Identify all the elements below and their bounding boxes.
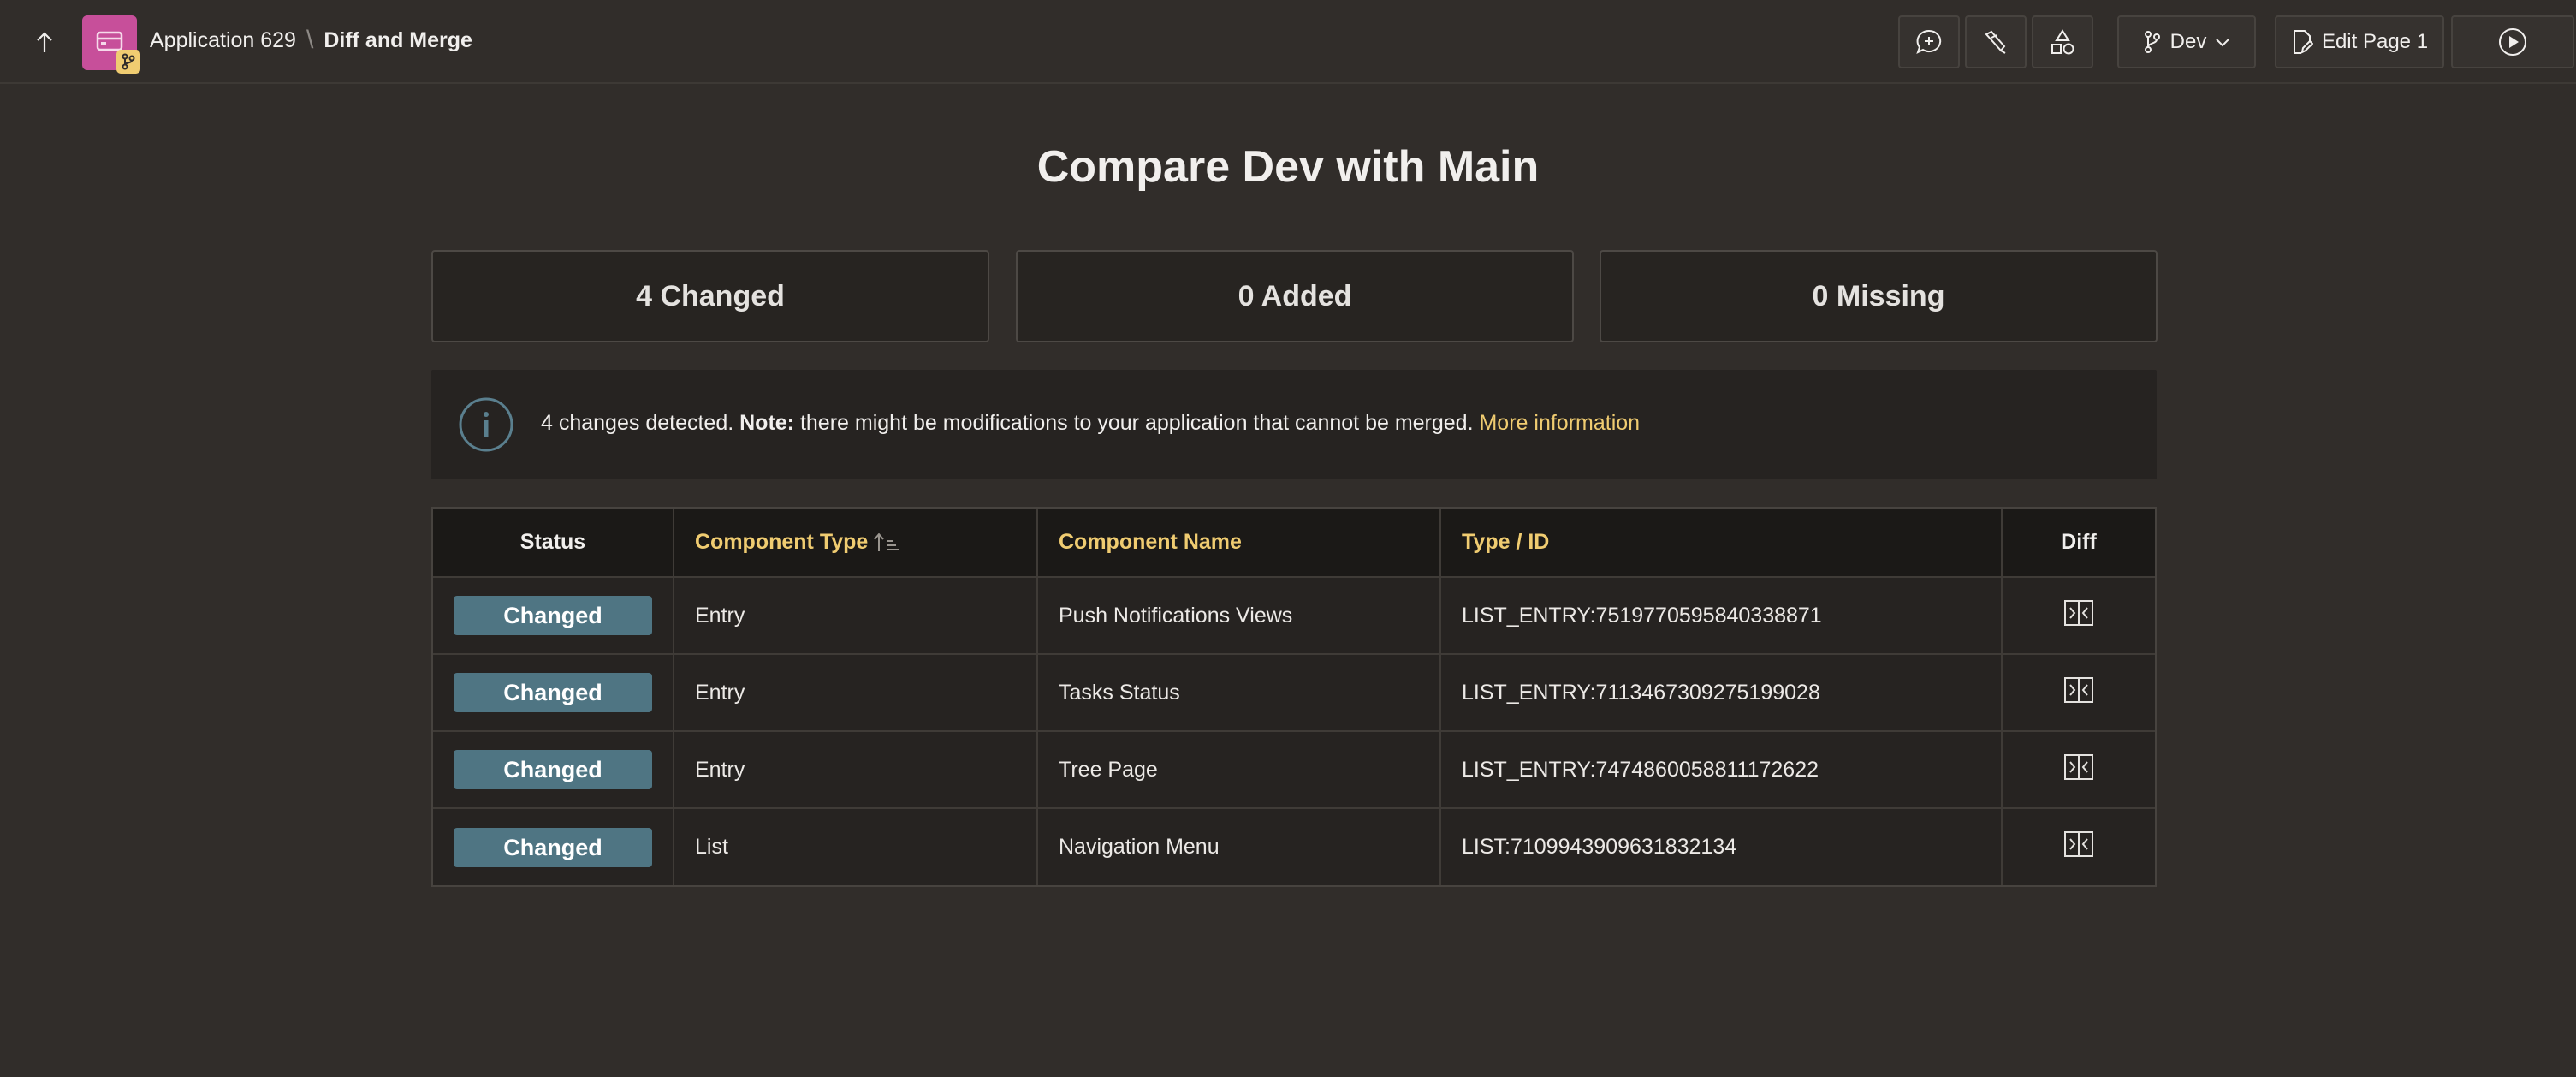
status-badge: Changed	[454, 750, 652, 789]
type-id-cell: LIST_ENTRY:7519770595840338871	[1440, 576, 2003, 654]
column-header-component-name[interactable]: Component Name	[1037, 509, 1441, 577]
status-badge: Changed	[454, 827, 652, 867]
status-cell: Changed	[433, 576, 674, 654]
missing-count-label: 0 Missing	[1812, 279, 1945, 312]
column-header-component-type-label: Component Type	[695, 530, 869, 554]
table-row: Changed Entry Tree Page LIST_ENTRY:74748…	[433, 730, 2155, 808]
component-type-cell: Entry	[674, 653, 1038, 731]
developer-tools-button[interactable]	[1965, 15, 2027, 68]
component-name-cell: Navigation Menu	[1037, 807, 1441, 885]
component-name-cell: Tree Page	[1037, 730, 1441, 808]
type-id-cell: LIST_ENTRY:7113467309275199028	[1440, 653, 2003, 731]
info-icon	[459, 397, 513, 452]
navigate-up-button[interactable]	[26, 24, 63, 62]
diff-compare-icon[interactable]	[2063, 753, 2094, 781]
table-header-row: Status Component Type Component Name Typ…	[433, 509, 2155, 577]
branch-icon	[2144, 31, 2160, 53]
column-header-status: Status	[433, 509, 674, 577]
diff-compare-icon[interactable]	[2063, 599, 2094, 627]
chevron-down-icon	[2216, 39, 2230, 47]
info-lead: 4 changes detected.	[541, 411, 740, 435]
sort-ascending-icon	[874, 533, 900, 552]
branch-label: Dev	[2169, 30, 2207, 53]
breadcrumb: Application 629 \ Diff and Merge	[150, 26, 472, 55]
status-cell: Changed	[433, 730, 674, 808]
component-type-cell: Entry	[674, 730, 1038, 808]
diff-compare-icon[interactable]	[2063, 830, 2094, 858]
status-badge: Changed	[454, 596, 652, 635]
breadcrumb-separator: \	[306, 26, 314, 54]
changes-table: Status Component Type Component Name Typ…	[431, 507, 2157, 887]
status-cell: Changed	[433, 653, 674, 731]
table-row: Changed Entry Push Notifications Views L…	[433, 576, 2155, 654]
edit-page-label: Edit Page 1	[2321, 30, 2429, 53]
shared-components-icon	[2051, 29, 2074, 55]
info-alert: 4 changes detected. Note: there might be…	[431, 370, 2157, 479]
status-badge: Changed	[454, 673, 652, 712]
added-count-card[interactable]: 0 Added	[1016, 250, 1574, 342]
info-note-text: there might be modifications to your app…	[794, 411, 1480, 435]
diff-cell	[2002, 730, 2155, 808]
tools-icon	[1985, 30, 2006, 54]
diff-cell	[2002, 653, 2155, 731]
changed-count-card[interactable]: 4 Changed	[431, 250, 989, 342]
add-comment-button[interactable]	[1898, 15, 1960, 68]
run-page-button[interactable]	[2451, 15, 2574, 68]
missing-count-card[interactable]: 0 Missing	[1600, 250, 2158, 342]
edit-page-button[interactable]: Edit Page 1	[2275, 15, 2444, 68]
info-note-label: Note:	[739, 411, 795, 435]
column-header-type-id[interactable]: Type / ID	[1440, 509, 2003, 577]
breadcrumb-current-page: Diff and Merge	[323, 27, 472, 52]
app-header: Application 629 \ Diff and Merge Dev Edi…	[0, 0, 2576, 84]
run-page-icon	[2499, 28, 2526, 56]
table-row: Changed Entry Tasks Status LIST_ENTRY:71…	[433, 653, 2155, 731]
type-id-cell: LIST_ENTRY:7474860058811172622	[1440, 730, 2003, 808]
changed-count-label: 4 Changed	[636, 279, 785, 312]
component-name-cell: Tasks Status	[1037, 653, 1441, 731]
branch-select[interactable]: Dev	[2117, 15, 2256, 68]
diff-cell	[2002, 807, 2155, 885]
breadcrumb-app-link[interactable]: Application 629	[150, 28, 296, 53]
branch-badge-icon	[116, 50, 140, 74]
diff-compare-icon[interactable]	[2063, 676, 2094, 704]
table-row: Changed List Navigation Menu LIST:710994…	[433, 807, 2155, 885]
component-type-cell: Entry	[674, 576, 1038, 654]
component-type-cell: List	[674, 807, 1038, 885]
add-comment-icon	[1916, 29, 1942, 54]
info-message: 4 changes detected. Note: there might be…	[541, 411, 1640, 436]
page-title: Compare Dev with Main	[1036, 142, 1540, 192]
edit-page-icon	[2293, 30, 2313, 54]
diff-cell	[2002, 576, 2155, 654]
column-header-component-type[interactable]: Component Type	[674, 509, 1038, 577]
arrow-up-icon	[37, 32, 52, 52]
more-information-link[interactable]: More information	[1479, 411, 1640, 435]
shared-components-button[interactable]	[2032, 15, 2093, 68]
app-icon[interactable]	[82, 15, 140, 74]
component-name-cell: Push Notifications Views	[1037, 576, 1441, 654]
status-cell: Changed	[433, 807, 674, 885]
column-header-diff: Diff	[2002, 509, 2155, 577]
type-id-cell: LIST:7109943909631832134	[1440, 807, 2003, 885]
added-count-label: 0 Added	[1238, 279, 1352, 312]
